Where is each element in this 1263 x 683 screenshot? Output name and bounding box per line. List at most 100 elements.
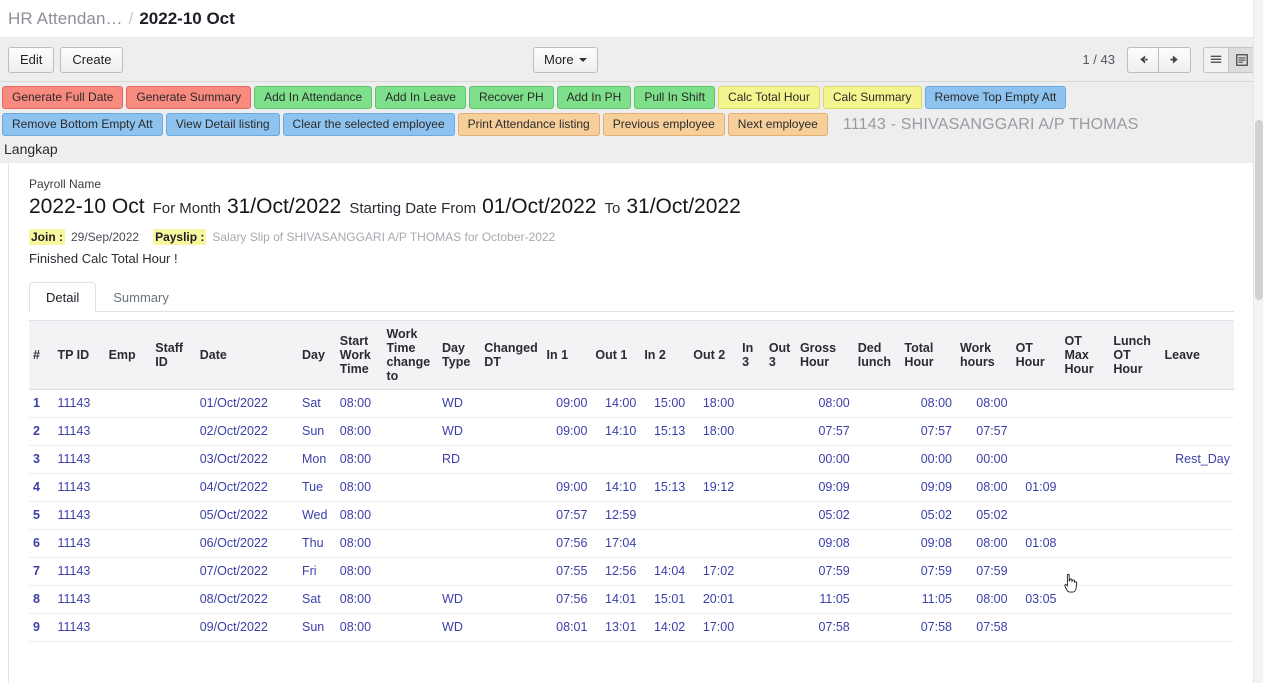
- cell-emp: [104, 529, 152, 558]
- cell-work-time-change-to: [382, 529, 439, 558]
- record-sheet: Payroll Name 2022-10 Oct For Month 31/Oc…: [8, 163, 1255, 683]
- starting-date-value: 01/Oct/2022: [482, 195, 597, 218]
- cell-in3: [738, 445, 765, 474]
- table-row[interactable]: 7 11143 07/Oct/2022 Fri 08:00 07:55 12:56 14:04…: [29, 557, 1234, 586]
- action-pull-in-shift[interactable]: Pull In Shift: [634, 86, 716, 109]
- table-row[interactable]: 4 11143 04/Oct/2022 Tue 08:00 09:00 14:10 15:13…: [29, 473, 1234, 502]
- cell-out1: 14:01: [591, 585, 641, 614]
- breadcrumb-separator: /: [128, 8, 134, 28]
- column-header-leave: Leave: [1160, 320, 1234, 390]
- cell-out2: 18:00: [689, 389, 739, 418]
- form-view-button[interactable]: [1229, 46, 1255, 73]
- cell-work-hours: 07:59: [956, 557, 1012, 586]
- cell-leave: [1160, 613, 1234, 642]
- table-row[interactable]: 2 11143 02/Oct/2022 Sun 08:00 WD 09:00 14:10 15:…: [29, 417, 1234, 446]
- tab-summary[interactable]: Summary: [96, 282, 186, 312]
- cell-ot-hour: [1011, 613, 1061, 642]
- scrollbar-thumb[interactable]: [1255, 120, 1263, 300]
- status-message: Finished Calc Total Hour !: [29, 251, 178, 266]
- cell-in1: 09:00: [542, 389, 592, 418]
- cell-ded-lunch: [853, 473, 901, 502]
- breadcrumb-parent[interactable]: HR Attendan…: [8, 9, 123, 29]
- cell-tp-id: 11143: [53, 389, 105, 418]
- table-row[interactable]: 8 11143 08/Oct/2022 Sat 08:00 WD 07:56 14:01 15:…: [29, 585, 1234, 614]
- action-previous-employee[interactable]: Previous employee: [602, 113, 725, 136]
- cell-in1: 09:00: [542, 473, 592, 502]
- cell-staff-id: [151, 585, 196, 614]
- cell-num: 9: [29, 613, 54, 642]
- pager: 1 / 43: [1082, 46, 1255, 73]
- next-record-button[interactable]: [1159, 46, 1191, 73]
- column-header-changed-dt: Changed DT: [480, 320, 543, 390]
- cell-changed-dt: [480, 445, 543, 474]
- payslip-value[interactable]: Salary Slip of SHIVASANGGARI A/P THOMAS …: [212, 230, 555, 244]
- cell-total-hour: 09:09: [900, 473, 956, 502]
- cell-emp: [104, 585, 152, 614]
- action-next-employee[interactable]: Next employee: [727, 113, 828, 136]
- cell-tp-id: 11143: [53, 585, 105, 614]
- previous-record-button[interactable]: [1127, 46, 1159, 73]
- attendance-table-body: 1 11143 01/Oct/2022 Sat 08:00 WD 09:00 14:00 15:…: [29, 389, 1234, 642]
- cell-lunch-ot-hour: [1109, 613, 1161, 642]
- cell-date: 02/Oct/2022: [195, 417, 298, 446]
- action-generate-summary[interactable]: Generate Summary: [126, 86, 252, 109]
- edit-button[interactable]: Edit: [8, 46, 55, 73]
- action-recover-ph[interactable]: Recover PH: [468, 86, 554, 109]
- column-header-in-2: In 2: [640, 320, 690, 390]
- cell-staff-id: [151, 613, 196, 642]
- cell-total-hour: 07:59: [900, 557, 956, 586]
- cell-in3: [738, 613, 765, 642]
- tab-detail[interactable]: Detail: [29, 282, 97, 312]
- cell-in1: 07:56: [542, 585, 592, 614]
- record-title-line: 2022-10 Oct For Month 31/Oct/2022 Starti…: [29, 193, 1234, 221]
- more-dropdown-button[interactable]: More: [533, 46, 598, 73]
- action-print-attendance-listing[interactable]: Print Attendance listing: [457, 113, 600, 136]
- cell-out1: 12:59: [591, 501, 641, 530]
- column-header-day: Day: [297, 320, 336, 390]
- table-row[interactable]: 3 11143 03/Oct/2022 Mon 08:00 RD 00:00 00:00 00:…: [29, 445, 1234, 474]
- cell-in2: 15:00: [640, 389, 690, 418]
- action-remove-bottom-empty-att[interactable]: Remove Bottom Empty Att: [2, 113, 163, 136]
- cell-day-type: [438, 557, 481, 586]
- cell-num: 4: [29, 473, 54, 502]
- cell-ded-lunch: [853, 613, 901, 642]
- table-row[interactable]: 9 11143 09/Oct/2022 Sun 08:00 WD 08:01 13:01 14:…: [29, 613, 1234, 642]
- cell-num: 6: [29, 529, 54, 558]
- cell-staff-id: [151, 473, 196, 502]
- meta-line: Join : 29/Sep/2022 Payslip : Salary Slip…: [29, 229, 1234, 245]
- action-clear-the-selected-employee[interactable]: Clear the selected employee: [282, 113, 455, 136]
- action-generate-full-date[interactable]: Generate Full Date: [2, 86, 124, 109]
- page-scrollbar[interactable]: [1253, 0, 1263, 683]
- cell-date: 09/Oct/2022: [195, 613, 298, 642]
- table-row[interactable]: 6 11143 06/Oct/2022 Thu 08:00 07:56 17:04 09:08…: [29, 529, 1234, 558]
- cell-ot-max-hour: [1060, 613, 1110, 642]
- cell-out1: 13:01: [591, 613, 641, 642]
- cell-in2: [640, 529, 690, 558]
- cell-day-type: [438, 501, 481, 530]
- action-add-in-leave[interactable]: Add In Leave: [375, 86, 466, 109]
- action-remove-top-empty-att[interactable]: Remove Top Empty Att: [924, 86, 1067, 109]
- column-header-lunch-ot-hour: Lunch OT Hour: [1109, 320, 1161, 390]
- cell-start-work-time: 08:00: [335, 417, 383, 446]
- cell-gross-hour: 07:58: [795, 613, 854, 642]
- action-calc-total-hour[interactable]: Calc Total Hour: [718, 86, 820, 109]
- cell-ot-hour: [1011, 389, 1061, 418]
- cell-ot-hour: [1011, 417, 1061, 446]
- cell-gross-hour: 07:57: [795, 417, 854, 446]
- action-calc-summary[interactable]: Calc Summary: [822, 86, 922, 109]
- cell-start-work-time: 08:00: [335, 473, 383, 502]
- action-add-in-ph[interactable]: Add In PH: [556, 86, 632, 109]
- list-view-button[interactable]: [1203, 46, 1229, 73]
- action-view-detail-listing[interactable]: View Detail listing: [165, 113, 280, 136]
- table-row[interactable]: 5 11143 05/Oct/2022 Wed 08:00 07:57 12:59 05:02…: [29, 501, 1234, 530]
- table-row[interactable]: 1 11143 01/Oct/2022 Sat 08:00 WD 09:00 14:00 15:…: [29, 389, 1234, 418]
- cell-tp-id: 11143: [53, 501, 105, 530]
- create-button[interactable]: Create: [60, 46, 124, 73]
- table-header-row: # TP ID Emp Staff ID Date Day Start Work Time W…: [29, 320, 1234, 390]
- cell-ot-max-hour: [1060, 529, 1110, 558]
- to-label: To: [604, 200, 621, 217]
- cell-emp: [104, 389, 152, 418]
- cell-emp: [104, 445, 152, 474]
- action-add-in-attendance[interactable]: Add In Attendance: [254, 86, 373, 109]
- cell-leave: [1160, 557, 1234, 586]
